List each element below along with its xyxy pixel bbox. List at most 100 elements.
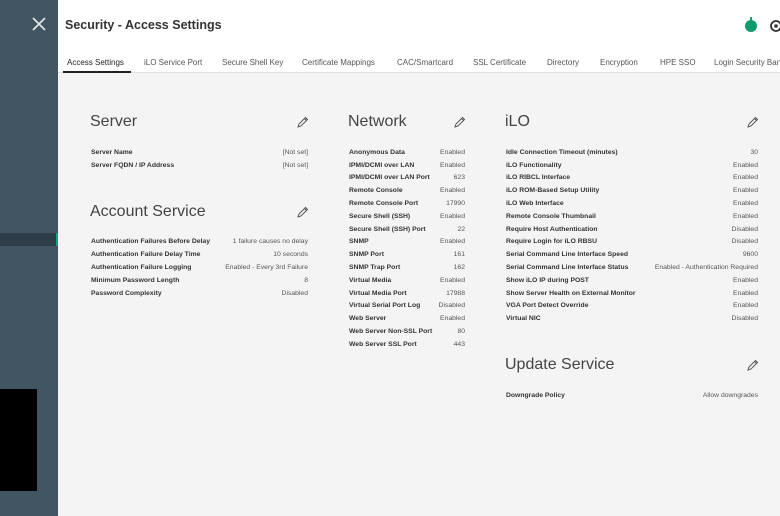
- setting-label: Downgrade Policy: [506, 392, 565, 399]
- network-row: Web Server Enabled: [349, 315, 465, 325]
- ilo-edit-pencil-icon[interactable]: [747, 116, 759, 128]
- setting-value: Disabled: [731, 238, 758, 245]
- setting-label: iLO Functionality: [506, 162, 562, 169]
- active-tab-indicator: [63, 71, 131, 73]
- setting-value: Enabled: [440, 277, 465, 284]
- close-icon[interactable]: [31, 16, 47, 32]
- tab-cac-smartcard[interactable]: CAC/Smartcard: [397, 58, 453, 67]
- setting-label: Idle Connection Timeout (minutes): [506, 149, 618, 156]
- network-row: Anonymous Data Enabled: [349, 149, 465, 159]
- tab-ssl-certificate[interactable]: SSL Certificate: [473, 58, 526, 67]
- tab-hpe-sso[interactable]: HPE SSO: [660, 58, 696, 67]
- network-row: Web Server Non-SSL Port 80: [349, 328, 465, 338]
- network-row: IPMI/DCMI over LAN Enabled: [349, 162, 465, 172]
- setting-value: 162: [453, 264, 465, 271]
- redacted-area: [0, 389, 37, 491]
- ilo-row: Require Host Authentication Disabled: [506, 226, 758, 236]
- setting-value: 22: [457, 226, 465, 233]
- network-section-title: Network: [348, 113, 407, 130]
- setting-label: Authentication Failure Delay Time: [91, 251, 201, 258]
- setting-value: Enabled: [733, 174, 758, 181]
- setting-label: Remote Console Thumbnail: [506, 213, 596, 220]
- network-row: Remote Console Enabled: [349, 187, 465, 197]
- tab-ilo-service-port[interactable]: iLO Service Port: [144, 58, 202, 67]
- ilo-row: Virtual NIC Disabled: [506, 315, 758, 325]
- network-row: SNMP Enabled: [349, 238, 465, 248]
- setting-value: Enabled: [440, 238, 465, 245]
- setting-label: Server FQDN / IP Address: [91, 162, 175, 169]
- setting-label: Authentication Failure Logging: [91, 264, 192, 271]
- setting-label: SNMP: [349, 238, 369, 245]
- tab-encryption[interactable]: Encryption: [600, 58, 638, 67]
- setting-label: Show Server Health on External Monitor: [506, 290, 636, 297]
- setting-label: Serial Command Line Interface Speed: [506, 251, 629, 258]
- tab-secure-shell-key[interactable]: Secure Shell Key: [222, 58, 283, 67]
- setting-label: Require Host Authentication: [506, 226, 598, 233]
- settings-gear-icon[interactable]: [769, 19, 780, 33]
- setting-value: Enabled: [733, 187, 758, 194]
- setting-value: Enabled: [440, 149, 465, 156]
- setting-label: iLO RIBCL Interface: [506, 174, 571, 181]
- ilo-row: Show iLO IP during POST Enabled: [506, 277, 758, 287]
- sidebar: [0, 0, 58, 516]
- network-row: Virtual Serial Port Log Disabled: [349, 302, 465, 312]
- setting-label: Password Complexity: [91, 290, 162, 297]
- health-status-icon[interactable]: [745, 17, 757, 32]
- ilo-row: Require Login for iLO RBSU Disabled: [506, 238, 758, 248]
- setting-label: Web Server SSL Port: [349, 341, 417, 348]
- setting-value: Enabled: [733, 290, 758, 297]
- setting-label: Remote Console Port: [349, 200, 419, 207]
- setting-label: Show iLO IP during POST: [506, 277, 589, 284]
- setting-label: Secure Shell (SSH): [349, 213, 411, 220]
- server-edit-pencil-icon[interactable]: [297, 116, 309, 128]
- setting-value: [Not set]: [282, 162, 308, 169]
- setting-label: Authentication Failures Before Delay: [91, 238, 210, 245]
- tab-access-settings[interactable]: Access Settings: [67, 58, 124, 67]
- update-service-edit-pencil-icon[interactable]: [747, 359, 759, 371]
- network-edit-pencil-icon[interactable]: [454, 116, 466, 128]
- setting-value: 10 seconds: [273, 251, 308, 258]
- setting-label: SNMP Trap Port: [349, 264, 401, 271]
- tab-login-security-banner[interactable]: Login Security Banner: [714, 58, 780, 67]
- network-row: IPMI/DCMI over LAN Port 623: [349, 174, 465, 184]
- setting-label: Server Name: [91, 149, 133, 156]
- server-row: Server FQDN / IP Address [Not set]: [91, 162, 308, 172]
- setting-label: Minimum Password Length: [91, 277, 180, 284]
- ilo-row: Idle Connection Timeout (minutes) 30: [506, 149, 758, 159]
- setting-label: Require Login for iLO RBSU: [506, 238, 598, 245]
- tab-certificate-mappings[interactable]: Certificate Mappings: [302, 58, 375, 67]
- setting-value: Enabled: [733, 302, 758, 309]
- setting-label: Serial Command Line Interface Status: [506, 264, 629, 271]
- ilo-row: iLO RIBCL Interface Enabled: [506, 174, 758, 184]
- setting-label: Secure Shell (SSH) Port: [349, 226, 426, 233]
- update-service-section-title: Update Service: [505, 356, 615, 373]
- update-service-row: Downgrade Policy Allow downgrades: [506, 392, 758, 402]
- setting-value: Disabled: [281, 290, 308, 297]
- server-row: Server Name [Not set]: [91, 149, 308, 159]
- setting-label: Anonymous Data: [349, 149, 405, 156]
- setting-value: 80: [457, 328, 465, 335]
- network-row: Secure Shell (SSH) Port 22: [349, 226, 465, 236]
- setting-value: Enabled: [733, 277, 758, 284]
- sidebar-selected-item[interactable]: [0, 233, 58, 246]
- network-row: SNMP Port 161: [349, 251, 465, 261]
- account-service-row: Minimum Password Length 8: [91, 277, 308, 287]
- account-service-edit-pencil-icon[interactable]: [297, 206, 309, 218]
- ilo-row: Show Server Health on External Monitor En…: [506, 290, 758, 300]
- setting-label: Virtual Media Port: [349, 290, 407, 297]
- network-row: Virtual Media Enabled: [349, 277, 465, 287]
- setting-label: IPMI/DCMI over LAN Port: [349, 174, 430, 181]
- setting-value: Enabled: [733, 213, 758, 220]
- tab-directory[interactable]: Directory: [547, 58, 579, 67]
- account-service-row: Authentication Failures Before Delay 1 f…: [91, 238, 308, 248]
- setting-value: Enabled: [440, 213, 465, 220]
- setting-value: Enabled: [440, 315, 465, 322]
- setting-value: Disabled: [731, 226, 758, 233]
- account-service-row: Authentication Failure Delay Time 10 sec…: [91, 251, 308, 261]
- setting-label: Virtual Serial Port Log: [349, 302, 421, 309]
- setting-value: Enabled: [440, 162, 465, 169]
- network-row: Web Server SSL Port 443: [349, 341, 465, 351]
- network-row: Remote Console Port 17990: [349, 200, 465, 210]
- setting-label: Web Server Non-SSL Port: [349, 328, 433, 335]
- setting-value: 9600: [742, 251, 758, 258]
